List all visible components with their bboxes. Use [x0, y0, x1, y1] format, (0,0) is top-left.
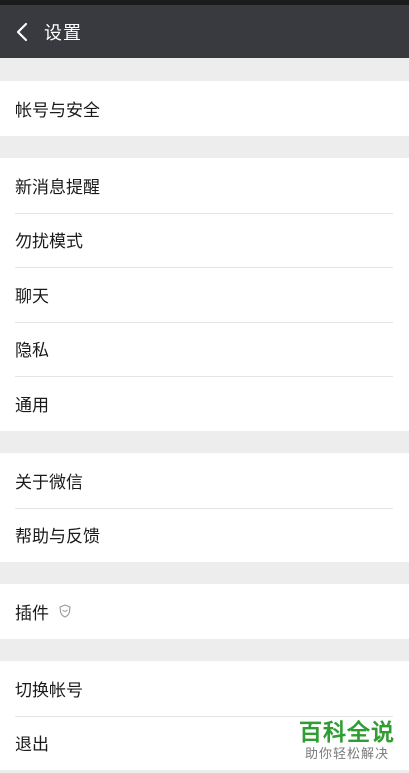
chats-item[interactable]: 聊天 [0, 267, 409, 322]
about-wechat-item[interactable]: 关于微信 [0, 453, 409, 508]
new-message-alerts-item[interactable]: 新消息提醒 [0, 158, 409, 213]
top-navigation-bar: 设置 [0, 5, 409, 58]
settings-group-notifications: 新消息提醒 勿扰模式 聊天 隐私 通用 [0, 158, 409, 431]
log-out-label: 退出 [15, 735, 49, 756]
switch-account-label: 切换帐号 [15, 680, 83, 701]
shield-icon [59, 604, 71, 618]
plugins-label: 插件 [15, 603, 49, 624]
plugins-item[interactable]: 插件 [0, 584, 409, 639]
help-feedback-label: 帮助与反馈 [15, 527, 100, 548]
watermark-subtitle: 助你轻松解决 [304, 747, 389, 762]
page-title: 设置 [44, 22, 82, 44]
help-feedback-item[interactable]: 帮助与反馈 [0, 507, 409, 563]
settings-group-account: 帐号与安全 [0, 81, 409, 136]
general-label: 通用 [15, 395, 49, 416]
watermark-title: 百科全说 [299, 720, 395, 746]
settings-group-plugins: 插件 [0, 584, 409, 639]
settings-group-about: 关于微信 帮助与反馈 [0, 453, 409, 562]
switch-account-item[interactable]: 切换帐号 [0, 661, 409, 716]
new-message-alerts-label: 新消息提醒 [15, 177, 100, 198]
general-item[interactable]: 通用 [0, 376, 409, 431]
account-security-label: 帐号与安全 [15, 100, 100, 121]
privacy-item[interactable]: 隐私 [0, 321, 409, 377]
account-security-item[interactable]: 帐号与安全 [0, 81, 409, 136]
privacy-label: 隐私 [15, 341, 49, 362]
chats-label: 聊天 [15, 286, 49, 307]
watermark-logo: 百科全说 助你轻松解决 [299, 720, 395, 763]
about-wechat-label: 关于微信 [15, 472, 83, 493]
back-arrow-icon[interactable] [2, 5, 42, 58]
do-not-disturb-item[interactable]: 勿扰模式 [0, 212, 409, 268]
do-not-disturb-label: 勿扰模式 [15, 232, 83, 253]
